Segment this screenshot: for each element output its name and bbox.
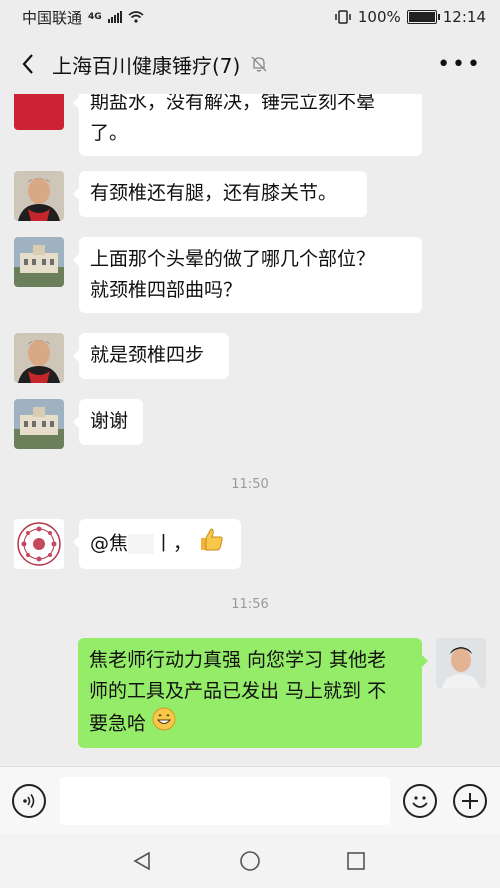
mention-redacted bbox=[128, 534, 155, 554]
status-bar: 中国联通 4G 100% 12:14 bbox=[0, 0, 500, 34]
timestamp: 11:56 bbox=[231, 597, 269, 612]
message-bubble[interactable]: 上面那个头晕的做了哪几个部位？ 就颈椎四部曲吗？ bbox=[73, 237, 422, 313]
battery-percent: 100% bbox=[357, 8, 401, 26]
chat-header: 上海百川健康锤疗(7) ••• bbox=[0, 34, 500, 94]
more-options-button[interactable]: ••• bbox=[437, 52, 482, 77]
message-bubble[interactable]: @焦 丨， bbox=[73, 519, 241, 569]
message-bubble[interactable]: 期盐水，没有解决，锤完立刻不晕 了。 bbox=[73, 94, 422, 156]
chevron-left-icon bbox=[22, 54, 33, 74]
mute-bell-icon bbox=[251, 56, 267, 72]
network-label: 4G bbox=[88, 12, 102, 22]
thumbs-up-icon bbox=[198, 526, 224, 562]
message-line: 谢谢 bbox=[90, 410, 129, 432]
message-line: 了。 bbox=[90, 122, 129, 144]
message-line: 有颈椎还有腿，还有膝关节。 bbox=[90, 182, 338, 204]
message-line: 就颈椎四部曲吗？ bbox=[90, 279, 243, 301]
message-line: 焦老师行动力真强 向您学习 其他老 bbox=[89, 649, 387, 671]
message-line: 师的工具及产品已发出 马上就到 不 bbox=[89, 680, 387, 702]
man-red-scarf-avatar bbox=[14, 333, 64, 383]
timestamp: 11:50 bbox=[231, 477, 269, 492]
signal-icon bbox=[107, 11, 122, 23]
system-nav-bar bbox=[0, 834, 500, 888]
emblem-avatar bbox=[14, 519, 64, 569]
vibrate-icon bbox=[335, 10, 351, 24]
message-bubble[interactable]: 谢谢 bbox=[73, 399, 143, 445]
smile-icon bbox=[412, 796, 428, 808]
plus-icon bbox=[462, 793, 478, 809]
message-input[interactable] bbox=[60, 777, 390, 825]
battery-icon bbox=[406, 10, 440, 24]
wifi-icon bbox=[128, 11, 144, 23]
message-bubble[interactable]: 就是颈椎四步 bbox=[73, 333, 229, 379]
man-red-scarf-avatar bbox=[14, 171, 64, 221]
chat-title: 上海百川健康锤疗(7) bbox=[52, 53, 241, 78]
nav-back-icon[interactable] bbox=[131, 850, 153, 872]
voice-button[interactable] bbox=[12, 784, 46, 818]
message-line: 上面那个头晕的做了哪几个部位？ bbox=[90, 248, 376, 270]
message-line: 要急哈 bbox=[89, 712, 147, 735]
message-line: 期盐水，没有解决，锤完立刻不晕 bbox=[90, 94, 376, 113]
avatar[interactable] bbox=[14, 333, 64, 383]
avatar[interactable] bbox=[14, 94, 64, 130]
voice-icon bbox=[23, 794, 35, 808]
man-red-scarf-avatar bbox=[14, 94, 64, 130]
building-avatar bbox=[14, 237, 64, 287]
chat-area[interactable]: 期盐水，没有解决，锤完立刻不晕 了。 有颈椎还有腿，还有膝关节。 上面那个头晕的… bbox=[0, 94, 500, 766]
avatar[interactable] bbox=[14, 171, 64, 221]
building-avatar bbox=[14, 399, 64, 449]
avatar[interactable] bbox=[436, 638, 486, 688]
avatar[interactable] bbox=[14, 399, 64, 449]
message-bubble[interactable]: 焦老师行动力真强 向您学习 其他老 师的工具及产品已发出 马上就到 不 要急哈 bbox=[78, 638, 428, 748]
grin-emoji-icon bbox=[152, 707, 176, 741]
clock: 12:14 bbox=[442, 8, 486, 26]
young-man-avatar bbox=[436, 638, 486, 688]
avatar[interactable] bbox=[14, 519, 64, 569]
message-line: 丨， bbox=[154, 532, 193, 555]
input-bar bbox=[0, 766, 500, 834]
nav-home-icon[interactable] bbox=[239, 850, 261, 872]
emoji-button[interactable] bbox=[403, 784, 437, 818]
mention-text: @焦 bbox=[90, 532, 129, 555]
nav-recent-icon[interactable] bbox=[345, 850, 367, 872]
message-bubble[interactable]: 有颈椎还有腿，还有膝关节。 bbox=[73, 171, 367, 217]
plus-button[interactable] bbox=[453, 784, 487, 818]
battery-fill bbox=[408, 12, 435, 22]
carrier-label: 中国联通 bbox=[22, 8, 83, 27]
avatar[interactable] bbox=[14, 237, 64, 287]
back-button[interactable] bbox=[18, 49, 38, 79]
message-line: 就是颈椎四步 bbox=[90, 344, 205, 366]
